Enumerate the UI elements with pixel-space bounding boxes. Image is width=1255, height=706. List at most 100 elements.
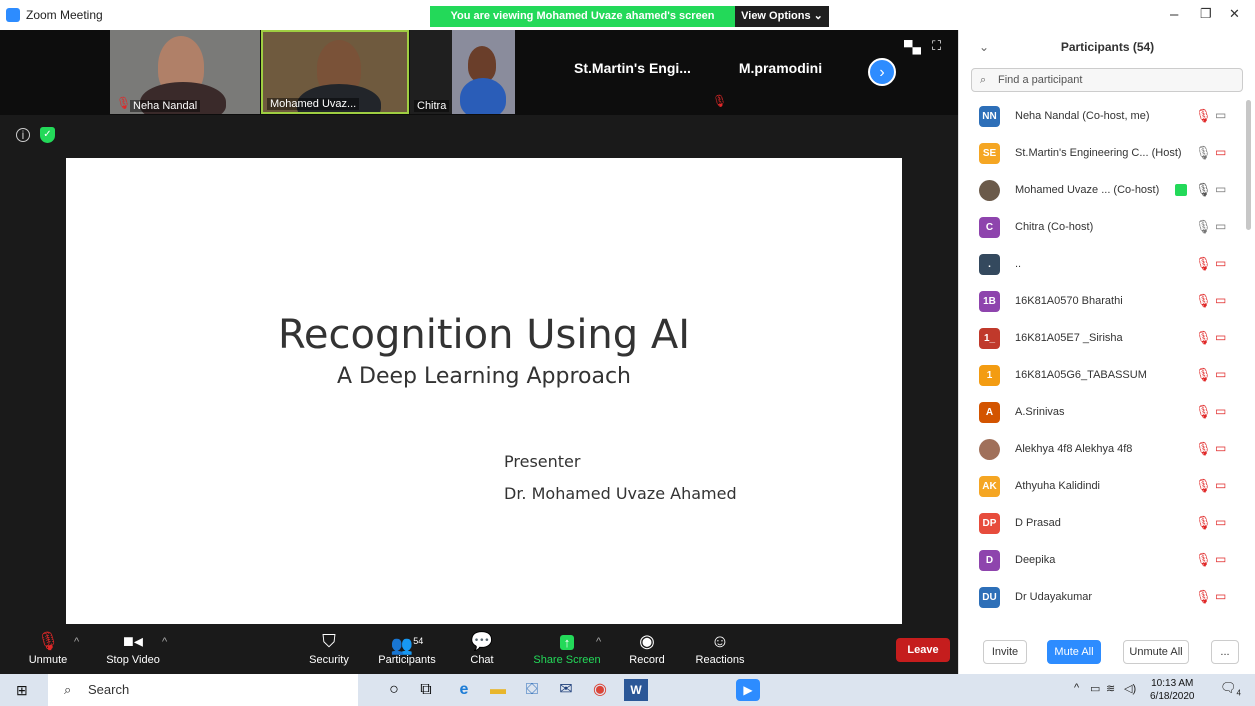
mic-muted-icon[interactable]: 🎙 — [1195, 404, 1212, 420]
mute-all-button[interactable]: Mute All — [1047, 640, 1101, 664]
chevron-up-icon[interactable]: ^ — [1074, 682, 1079, 694]
chrome-icon[interactable]: ◉ — [588, 679, 612, 701]
participant-row[interactable]: C Chitra (Co-host) 🎙 ▭ — [959, 209, 1249, 246]
mic-muted-icon[interactable]: 🎙 — [1195, 478, 1212, 494]
reactions-button[interactable]: ☺ Reactions — [694, 628, 746, 666]
edge-icon[interactable]: e — [452, 679, 476, 701]
video-tile-stmartins[interactable]: St.Martin's Engi... — [560, 30, 705, 114]
camera-off-icon[interactable]: ▭ — [1215, 552, 1226, 566]
mic-muted-icon[interactable]: 🎙 — [1195, 330, 1212, 346]
participant-row[interactable]: Mohamed Uvaze ... (Co-host) 🎙 ▭ — [959, 172, 1249, 209]
taskbar-search-input[interactable]: ⌕ Search — [48, 674, 358, 706]
leave-button[interactable]: Leave — [896, 638, 950, 662]
task-view-icon[interactable]: ⧉ — [414, 679, 438, 701]
participants-button[interactable]: 👥54 Participants — [376, 628, 438, 666]
mic-icon[interactable]: 🎙 — [1195, 182, 1212, 198]
info-icon[interactable]: i — [16, 128, 30, 142]
invite-button[interactable]: Invite — [983, 640, 1027, 664]
camera-icon[interactable]: ▭ — [1215, 219, 1226, 233]
participant-row[interactable]: 1_ 16K81A05E7 _Sirisha 🎙 ▭ — [959, 320, 1249, 357]
camera-off-icon[interactable]: ▭ — [1215, 404, 1226, 418]
participant-row[interactable]: . .. 🎙 ▭ — [959, 246, 1249, 283]
windows-start-icon[interactable]: ⊞ — [16, 682, 28, 699]
chevron-up-icon[interactable]: ^ — [74, 636, 79, 648]
mic-muted-icon[interactable]: 🎙 — [1195, 441, 1212, 457]
camera-off-icon[interactable]: ▭ — [1215, 367, 1226, 381]
avatar: D — [979, 550, 1000, 571]
clock-time: 10:13 AM — [1151, 678, 1194, 689]
camera-off-icon[interactable]: ▭ — [1215, 330, 1226, 344]
participant-search-input[interactable]: ⌕ Find a participant — [971, 68, 1243, 92]
video-tile-mohamed[interactable]: Mohamed Uvaz... — [261, 30, 409, 114]
mail-icon[interactable]: ✉ — [554, 679, 578, 701]
clock-date: 6/18/2020 — [1150, 691, 1195, 702]
participant-row[interactable]: DU Dr Udayakumar 🎙 ▭ — [959, 579, 1249, 616]
mic-muted-icon[interactable]: 🎙 — [1195, 367, 1212, 383]
mic-muted-icon[interactable]: 🎙 — [1195, 256, 1212, 272]
panel-title: Participants (54) — [1060, 40, 1155, 54]
avatar: SE — [979, 143, 1000, 164]
camera-icon[interactable]: ▭ — [1215, 182, 1226, 196]
camera-off-icon[interactable]: ▭ — [1215, 589, 1226, 603]
unmute-all-button[interactable]: Unmute All — [1123, 640, 1189, 664]
wifi-icon[interactable]: ≋ — [1106, 682, 1115, 695]
participant-list: NN Neha Nandal (Co-host, me) 🎙 ▭ SE St.M… — [959, 98, 1249, 616]
camera-icon[interactable]: ▭ — [1215, 108, 1226, 122]
share-screen-button[interactable]: ↑ Share Screen — [532, 628, 602, 666]
maximize-button[interactable]: ❐ — [1200, 6, 1212, 22]
mic-muted-icon[interactable]: 🎙 — [1195, 108, 1212, 124]
participant-row[interactable]: D Deepika 🎙 ▭ — [959, 542, 1249, 579]
view-options-button[interactable]: View Options ⌄ — [735, 6, 829, 27]
participant-row[interactable]: 1 16K81A05G6_TABASSUM 🎙 ▭ — [959, 357, 1249, 394]
cortana-icon[interactable]: ○ — [382, 679, 406, 701]
chevron-up-icon[interactable]: ^ — [596, 636, 601, 648]
participant-row[interactable]: DP D Prasad 🎙 ▭ — [959, 505, 1249, 542]
mic-muted-icon[interactable]: 🎙 — [1195, 589, 1212, 605]
chevron-right-icon[interactable]: › — [868, 58, 896, 86]
participant-row[interactable]: A A.Srinivas 🎙 ▭ — [959, 394, 1249, 431]
record-button[interactable]: ◉ Record — [626, 628, 668, 666]
video-tile-neha[interactable]: 🎙 Neha Nandal — [110, 30, 260, 114]
participant-row[interactable]: SE St.Martin's Engineering C... (Host) 🎙… — [959, 135, 1249, 172]
shield-icon[interactable]: ✓ — [40, 127, 55, 143]
more-options-button[interactable]: ... — [1211, 640, 1239, 664]
participant-row[interactable]: AK Athyuha Kalidindi 🎙 ▭ — [959, 468, 1249, 505]
fullscreen-icon[interactable]: ⛶ — [932, 38, 941, 54]
camera-off-icon[interactable]: ▭ — [1215, 256, 1226, 270]
gallery-view-icon[interactable]: ▀▄ — [904, 40, 921, 54]
battery-icon[interactable]: ▭ — [1090, 682, 1100, 695]
stop-video-button[interactable]: ■◂ Stop Video — [100, 628, 166, 666]
search-placeholder: Find a participant — [998, 74, 1083, 86]
participant-row[interactable]: 1B 16K81A0570 Bharathi 🎙 ▭ — [959, 283, 1249, 320]
chevron-up-icon[interactable]: ^ — [162, 636, 167, 648]
mic-muted-icon[interactable]: 🎙 — [1195, 552, 1212, 568]
chevron-down-icon[interactable]: ⌄ — [979, 30, 989, 64]
system-clock[interactable]: 10:13 AM 6/18/2020 — [1150, 677, 1195, 703]
unmute-button[interactable]: 🎙 Unmute — [28, 628, 68, 666]
camera-off-icon[interactable]: ▭ — [1215, 293, 1226, 307]
notification-icon[interactable]: 🗨4 — [1220, 680, 1241, 698]
file-explorer-icon[interactable]: ▬ — [486, 679, 510, 701]
word-icon[interactable]: W — [624, 679, 648, 701]
camera-icon: ■◂ — [123, 631, 143, 651]
mic-muted-icon[interactable]: 🎙 — [1195, 515, 1212, 531]
mic-muted-icon[interactable]: 🎙 — [1195, 293, 1212, 309]
participant-row[interactable]: NN Neha Nandal (Co-host, me) 🎙 ▭ — [959, 98, 1249, 135]
zoom-taskbar-icon[interactable]: ▶ — [736, 679, 760, 701]
participant-row[interactable]: Alekhya 4f8 Alekhya 4f8 🎙 ▭ — [959, 431, 1249, 468]
close-button[interactable]: ✕ — [1229, 6, 1240, 22]
camera-off-icon[interactable]: ▭ — [1215, 145, 1226, 159]
chat-button[interactable]: 💬 Chat — [464, 628, 500, 666]
mic-icon[interactable]: 🎙 — [1195, 145, 1212, 161]
store-icon[interactable]: ⛋ — [520, 679, 544, 701]
security-button[interactable]: ⛉ Security — [306, 628, 352, 666]
minimize-button[interactable]: – — [1170, 6, 1178, 23]
scrollbar[interactable] — [1246, 100, 1251, 230]
video-tile-pramodini[interactable]: M.pramodini 🎙 — [708, 30, 853, 114]
volume-icon[interactable]: ◁) — [1124, 682, 1136, 695]
video-tile-chitra[interactable]: Chitra — [410, 30, 515, 114]
camera-off-icon[interactable]: ▭ — [1215, 478, 1226, 492]
camera-off-icon[interactable]: ▭ — [1215, 515, 1226, 529]
mic-icon[interactable]: 🎙 — [1195, 219, 1212, 235]
camera-off-icon[interactable]: ▭ — [1215, 441, 1226, 455]
